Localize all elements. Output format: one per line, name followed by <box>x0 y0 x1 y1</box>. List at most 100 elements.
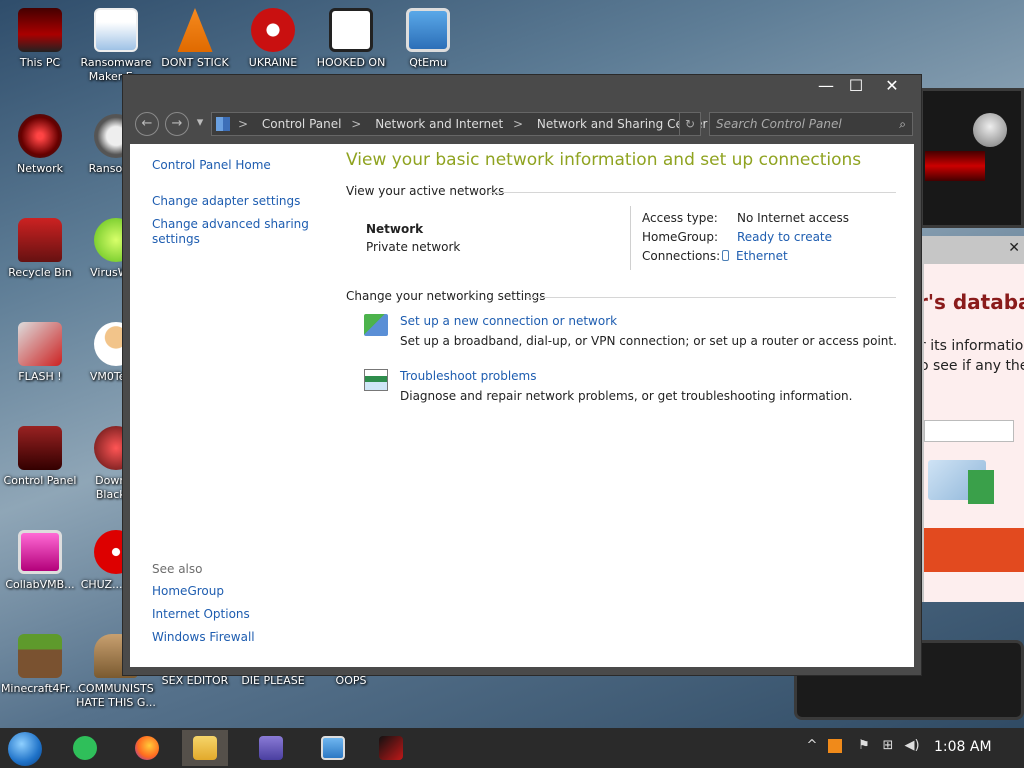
see-also: See also HomeGroup Internet Options Wind… <box>152 562 332 653</box>
breadcrumb-separator: > <box>512 117 524 131</box>
desktop-icon-label: Network <box>17 162 63 175</box>
desktop-icon-recycle-bin[interactable]: Recycle Bin <box>0 218 82 280</box>
monitor-pink-icon <box>18 530 62 574</box>
breadcrumb: > Control Panel > Network and Internet >… <box>238 113 713 135</box>
navigation-bar: ← → ▾ > Control Panel > Network and Inte… <box>123 108 921 140</box>
background-ransom-window[interactable]: ✕ r's database r its information o see i… <box>920 236 1024 602</box>
desktop-icon-dont-stick[interactable]: DONT STICK <box>153 8 237 70</box>
computer-icon <box>18 8 62 52</box>
taskbar-notes[interactable] <box>62 730 108 766</box>
desktop-icon-ukraine[interactable]: UKRAINE <box>231 8 315 70</box>
close-button[interactable]: ✕ <box>875 75 909 99</box>
desktop-icon-sex-editor[interactable]: SEX EDITOR <box>153 674 237 688</box>
flag-icon[interactable]: ⚑ <box>856 738 872 754</box>
desktop-icon-label: FLASH ! <box>18 370 62 383</box>
desktop-icon-die-please[interactable]: DIE PLEASE <box>231 674 315 688</box>
taskbar-firefox[interactable] <box>124 730 170 766</box>
traffic-cone-icon <box>177 8 213 52</box>
homegroup-ready-link[interactable]: Ready to create <box>737 230 832 244</box>
forward-button[interactable]: → <box>165 112 189 136</box>
refresh-button[interactable]: ↻ <box>679 112 701 136</box>
desktop-icon-minecraft[interactable]: Minecraft4Fr... <box>0 634 82 696</box>
control-panel-home-link[interactable]: Control Panel Home <box>152 158 332 173</box>
content-pane: Control Panel Home Change adapter settin… <box>130 144 914 667</box>
new-connection-link[interactable]: Set up a new connection or network <box>400 314 617 328</box>
ransom-pay-button[interactable] <box>924 528 1024 572</box>
ethernet-label: Ethernet <box>736 249 788 263</box>
grass-block-icon <box>18 634 62 678</box>
taskbar-file-explorer[interactable] <box>182 730 228 766</box>
firefox-icon <box>135 736 159 760</box>
computer-icon <box>321 736 345 760</box>
taskbar: ^ ⚑ ⊞ ◀) 1:08 AM <box>0 728 1024 768</box>
recycle-bin-icon <box>18 218 62 262</box>
maze-icon <box>329 8 373 52</box>
new-connection-desc: Set up a broadband, dial-up, or VPN conn… <box>400 334 897 348</box>
desktop-icon-network[interactable]: Network <box>0 114 82 176</box>
active-networks-section: View your active networks <box>346 184 902 198</box>
desktop-icon-control-panel[interactable]: Control Panel <box>0 426 82 488</box>
network-tray-icon[interactable]: ⊞ <box>880 738 896 754</box>
desktop-icon-qtemu[interactable]: QtEmu <box>386 8 470 70</box>
see-also-header: See also <box>152 562 203 576</box>
warning-icon[interactable] <box>828 739 842 753</box>
desktop-icon-label: DONT STICK <box>161 56 229 69</box>
active-networks-header: View your active networks <box>346 184 505 198</box>
desktop-icon-this-pc[interactable]: This PC <box>0 8 82 70</box>
taskbar-computer[interactable] <box>310 730 356 766</box>
desktop-icon-flash[interactable]: FLASH ! <box>0 322 82 384</box>
troubleshoot-link[interactable]: Troubleshoot problems <box>400 369 536 383</box>
show-hidden-icons[interactable]: ^ <box>804 738 820 754</box>
desktop-icon-ransomware-maker[interactable]: Ransomware Maker E... <box>74 8 158 84</box>
sidebar: Control Panel Home Change adapter settin… <box>152 158 332 247</box>
minimize-button[interactable]: — <box>809 75 843 99</box>
recent-locations-button[interactable]: ▾ <box>193 112 207 136</box>
network-type[interactable]: Private network <box>366 240 460 254</box>
breadcrumb-control-panel[interactable]: Control Panel <box>262 117 342 131</box>
maximize-button[interactable]: ☐ <box>839 75 873 99</box>
search-placeholder: Search Control Panel <box>716 117 842 131</box>
windows-firewall-link[interactable]: Windows Firewall <box>152 630 332 645</box>
access-type-value: No Internet access <box>737 211 850 225</box>
radiation-icon <box>251 8 295 52</box>
homegroup-link[interactable]: HomeGroup <box>152 584 332 599</box>
ransom-text-1: r its information <box>924 338 1024 354</box>
ethernet-connection-link[interactable]: Ethernet <box>722 249 788 263</box>
search-input[interactable]: Search Control Panel ⌕ <box>709 112 913 136</box>
ransom-content: r's database r its information o see if … <box>924 264 1024 602</box>
divider-vertical <box>630 206 631 270</box>
breadcrumb-network-internet[interactable]: Network and Internet <box>375 117 503 131</box>
taskbar-app[interactable] <box>368 730 414 766</box>
desktop-icon-label: SEX EDITOR <box>161 674 229 687</box>
address-bar[interactable]: > Control Panel > Network and Internet >… <box>211 112 707 136</box>
back-button[interactable]: ← <box>135 112 159 136</box>
volume-icon[interactable]: ◀) <box>904 738 920 754</box>
control-panel-icon <box>18 426 62 470</box>
change-advanced-sharing-link[interactable]: Change advanced sharing settings <box>152 217 332 247</box>
control-panel-icon <box>216 117 230 131</box>
ransom-input[interactable] <box>924 420 1014 442</box>
desktop-icon-label: QtEmu <box>409 56 447 69</box>
monitor-icon <box>406 8 450 52</box>
ethernet-icon <box>722 250 729 261</box>
title-bar[interactable]: — ☐ ✕ <box>123 75 921 99</box>
alien-logo-icon <box>973 113 1007 147</box>
taskbar-media[interactable] <box>248 730 294 766</box>
desktop-icon-label: DIE PLEASE <box>241 674 305 687</box>
desktop-icon-hooked-on[interactable]: HOOKED ON <box>309 8 393 70</box>
search-icon[interactable]: ⌕ <box>899 113 906 135</box>
red-app-icon <box>379 736 403 760</box>
start-button[interactable] <box>2 730 48 766</box>
new-connection-icon <box>364 314 388 336</box>
close-icon[interactable]: ✕ <box>1008 240 1020 256</box>
change-adapter-settings-link[interactable]: Change adapter settings <box>152 194 332 209</box>
desktop-icon-oops[interactable]: OOPS <box>309 674 393 688</box>
flash-icon <box>18 322 62 366</box>
clock[interactable]: 1:08 AM <box>934 739 992 755</box>
connections-label: Connections: <box>642 249 721 263</box>
desktop-icon-collabvm[interactable]: CollabVMB... <box>0 530 82 592</box>
notes-icon <box>73 736 97 760</box>
homegroup-label: HomeGroup: <box>642 230 719 244</box>
internet-options-link[interactable]: Internet Options <box>152 607 332 622</box>
desktop-icon-label: Minecraft4Fr... <box>0 682 80 695</box>
